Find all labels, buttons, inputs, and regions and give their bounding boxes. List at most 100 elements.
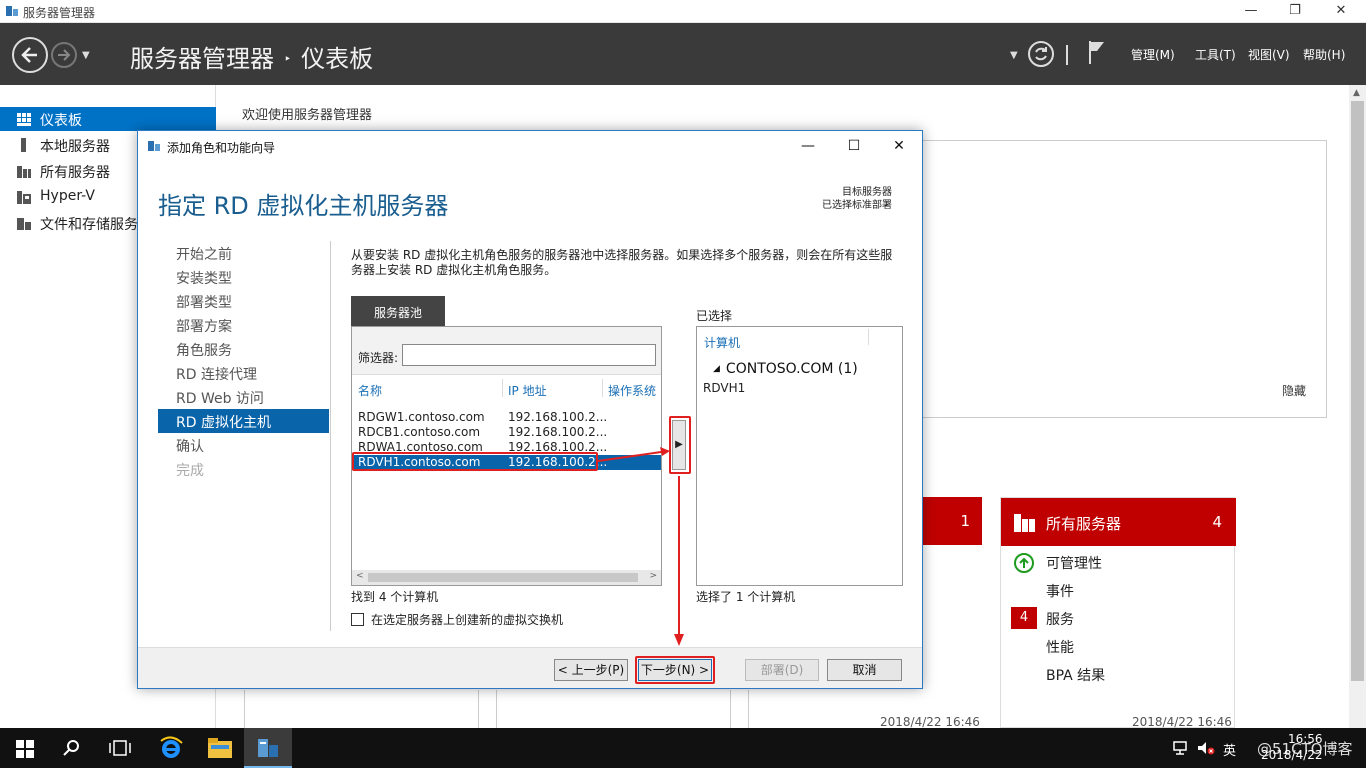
minimize-button[interactable]: — (1228, 1, 1274, 21)
scrollbar-thumb[interactable] (1351, 101, 1364, 681)
sidebar-item-label: 文件和存储服务 (40, 217, 138, 233)
add-roles-wizard-dialog: 添加角色和功能向导 — ☐ ✕ 指定 RD 虚拟化主机服务器 目标服务器 已选择… (137, 130, 923, 689)
destination-label: 目标服务器 (842, 187, 892, 198)
file-explorer-icon[interactable] (207, 737, 233, 759)
page-description: 从要安装 RD 虚拟化主机角色服务的服务器池中选择服务器。如果选择多个服务器，则… (351, 248, 893, 277)
forward-button[interactable] (51, 42, 77, 68)
menu-view[interactable]: 视图(V) (1248, 46, 1290, 63)
annotation-highlight-row (352, 452, 598, 471)
status-ok-icon (1014, 553, 1034, 573)
task-view-icon[interactable] (109, 740, 131, 756)
wizard-icon (148, 141, 160, 151)
create-vswitch-checkbox[interactable] (351, 613, 364, 626)
scroll-left-icon[interactable]: < (356, 571, 364, 581)
servers-icon (17, 166, 31, 178)
dialog-minimize-button[interactable]: — (785, 135, 831, 157)
step-rd-web-access[interactable]: RD Web 访问 (158, 385, 329, 409)
windows-start-icon[interactable] (16, 740, 34, 758)
column-separator[interactable] (602, 379, 603, 397)
column-header-os[interactable]: 操作系统 (608, 382, 656, 399)
step-label: 确认 (176, 439, 204, 455)
selected-item[interactable]: RDVH1 (703, 381, 745, 395)
refresh-icon (1035, 47, 1047, 61)
filter-input[interactable] (402, 344, 656, 366)
checkbox-label: 在选定服务器上创建新的虚拟交换机 (371, 613, 564, 627)
tile-divider (730, 690, 731, 728)
scrollbar-thumb[interactable] (368, 573, 638, 582)
window-title: 服务器管理器 (23, 6, 96, 20)
column-header-name[interactable]: 名称 (358, 382, 382, 399)
taskbar-clock[interactable]: 16:56 2018/4/22 (1261, 731, 1323, 763)
hyperv-icon (17, 191, 31, 204)
collapse-icon[interactable]: ◢ (713, 364, 720, 374)
tab-server-pool[interactable]: 服务器池 (351, 296, 445, 326)
annotation-highlight-next (635, 656, 715, 684)
server-manager-icon (6, 6, 18, 16)
annotation-arrow-down-icon (674, 476, 684, 646)
group-contoso[interactable]: ◢ CONTOSO.COM (1) (713, 361, 858, 377)
tile-row-manageability[interactable]: 可管理性 (1046, 553, 1102, 573)
dialog-close-button[interactable]: ✕ (876, 135, 922, 157)
network-icon[interactable] (1173, 741, 1191, 755)
internet-explorer-icon[interactable] (158, 735, 184, 761)
hide-link[interactable]: 隐藏 (1282, 382, 1306, 399)
notifications-flag-icon[interactable] (1087, 39, 1107, 65)
tile-title: 所有服务器 (1046, 515, 1122, 533)
step-role-services[interactable]: 角色服务 (158, 337, 329, 361)
column-separator (868, 329, 869, 345)
tile-divider (496, 690, 497, 728)
column-header-ip[interactable]: IP 地址 (508, 382, 547, 399)
refresh-button[interactable] (1028, 41, 1054, 67)
main-scrollbar[interactable]: ▲ (1349, 85, 1366, 728)
tile-divider (244, 690, 245, 728)
sidebar-item-dashboard[interactable]: 仪表板 (0, 107, 216, 131)
step-deployment-scenario[interactable]: 部署方案 (158, 313, 329, 337)
column-separator[interactable] (502, 379, 503, 397)
dialog-maximize-button[interactable]: ☐ (831, 135, 877, 157)
tile-row-bpa[interactable]: BPA 结果 (1046, 665, 1105, 685)
step-rd-virtualization-host[interactable]: RD 虚拟化主机 (158, 409, 329, 433)
annotation-arrow-icon (598, 447, 670, 462)
step-confirmation[interactable]: 确认 (158, 433, 329, 457)
step-rd-connection-broker[interactable]: RD 连接代理 (158, 361, 329, 385)
tile-row-performance[interactable]: 性能 (1046, 637, 1074, 657)
taskbar-server-manager[interactable] (244, 728, 292, 768)
search-icon[interactable] (63, 739, 81, 757)
server-group-tile-header[interactable]: 1 (922, 497, 982, 545)
tile-count: 4 (1212, 513, 1222, 531)
menu-manage[interactable]: 管理(M) (1131, 46, 1175, 63)
tile-header[interactable]: 所有服务器 4 (1001, 498, 1236, 546)
taskbar: 英 @51CTO博客 16:56 2018/4/22 (0, 728, 1366, 768)
destination-value: 已选择标准部署 (822, 200, 892, 211)
ime-indicator[interactable]: 英 (1223, 740, 1236, 759)
storage-icon (17, 218, 31, 230)
tile-row-services[interactable]: 服务 (1046, 609, 1074, 629)
welcome-title: 欢迎使用服务器管理器 (242, 108, 373, 123)
back-button[interactable] (12, 37, 48, 73)
step-before-you-begin[interactable]: 开始之前 (158, 241, 329, 265)
scroll-right-icon[interactable]: > (649, 571, 657, 581)
table-row[interactable]: RDGW1.contoso.com 192.168.100.2... (352, 410, 661, 425)
tile-row-events[interactable]: 事件 (1046, 581, 1074, 601)
restore-button[interactable]: ❐ (1272, 1, 1318, 21)
servers-icon (1014, 514, 1035, 532)
close-button[interactable]: ✕ (1318, 1, 1364, 21)
step-install-type[interactable]: 安装类型 (158, 265, 329, 289)
step-deployment-type[interactable]: 部署类型 (158, 289, 329, 313)
cancel-button[interactable]: 取消 (827, 659, 902, 681)
arrow-right-icon (58, 49, 71, 61)
refresh-dropdown-icon[interactable]: ▼ (1010, 50, 1018, 61)
menu-tools[interactable]: 工具(T) (1195, 46, 1236, 63)
column-header-computer[interactable]: 计算机 (704, 334, 740, 351)
row-name: RDGW1.contoso.com (358, 410, 485, 424)
pool-horizontal-scrollbar[interactable]: < > (352, 570, 661, 585)
server-manager-icon (258, 739, 278, 757)
previous-button[interactable]: < 上一步(P) (554, 659, 628, 681)
history-dropdown-icon[interactable]: ▼ (82, 50, 90, 61)
volume-muted-icon[interactable] (1197, 741, 1215, 755)
step-label: 部署方案 (176, 319, 232, 335)
scroll-up-icon[interactable]: ▲ (1353, 88, 1360, 98)
step-label: 完成 (176, 463, 204, 479)
table-row[interactable]: RDCB1.contoso.com 192.168.100.2... (352, 425, 661, 440)
menu-help[interactable]: 帮助(H) (1303, 46, 1345, 63)
